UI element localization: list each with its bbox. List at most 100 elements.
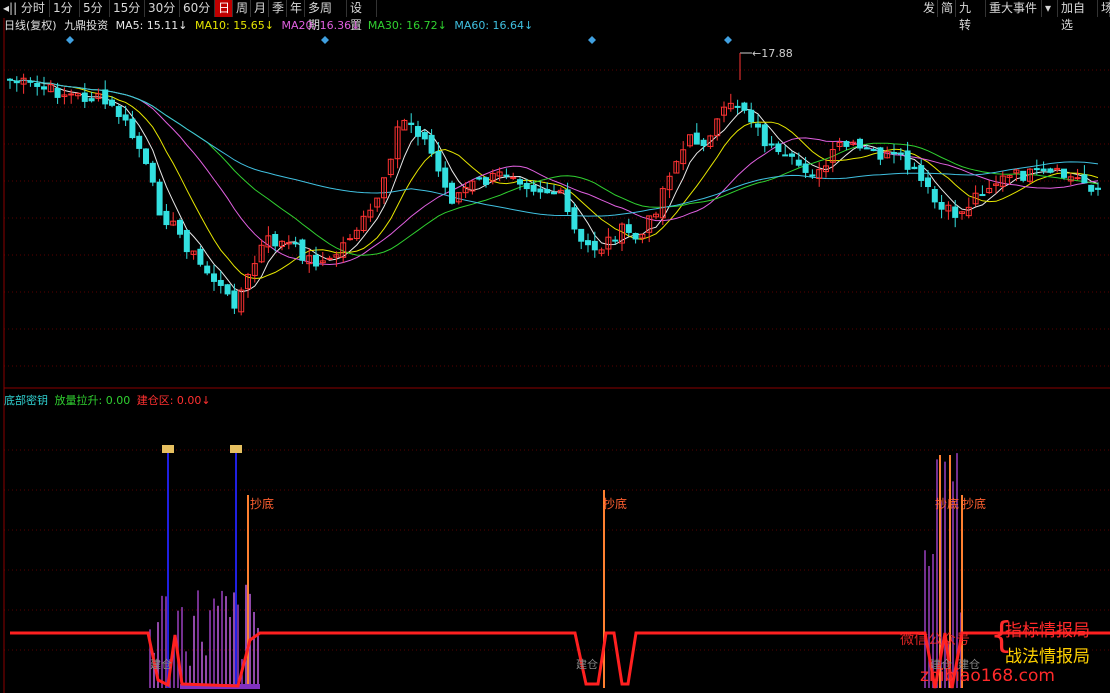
candle-body (911, 166, 918, 170)
candle-body (408, 122, 415, 126)
candle-body (122, 114, 129, 121)
candle-body (530, 184, 537, 192)
candle-body (625, 224, 632, 233)
candle-body (925, 177, 931, 188)
candle-body (1061, 168, 1067, 178)
candle-body (857, 138, 863, 149)
indicator-volume-label: 放量拉升: 0.00 (54, 394, 131, 407)
candle-body (741, 102, 748, 111)
candle-body (891, 152, 897, 155)
indicator-name: 底部密钥 (4, 394, 48, 407)
kline-chart[interactable]: ←17.88 抄底 抄底 抄底 抄底 建仓 建仓 建仓 建仓 (0, 0, 1110, 693)
candle-body (292, 242, 299, 245)
candle-body (109, 99, 115, 106)
candle-body (931, 189, 938, 203)
candle-body (442, 167, 449, 188)
candle-body (88, 98, 95, 102)
candle-body (136, 135, 143, 149)
candle-body (476, 177, 483, 180)
candle-body (952, 206, 959, 218)
candle-body (789, 153, 795, 157)
candle-body (231, 290, 238, 309)
candle-body (510, 176, 517, 179)
candle-body (809, 174, 816, 177)
candle-body (564, 189, 571, 213)
candle-body (27, 80, 34, 83)
candle-body (700, 139, 707, 147)
candle-body (217, 279, 224, 286)
candle-body (1081, 174, 1088, 184)
signal-label: 抄底 (935, 496, 959, 511)
candle-body (585, 240, 591, 246)
indicator-build-label: 建仓区: 0.00↓ (136, 394, 211, 407)
bottom-label: 建仓 (576, 657, 598, 671)
candle-body (571, 207, 578, 230)
candle-body (156, 181, 163, 216)
candle-body (768, 143, 775, 146)
candle-body (13, 80, 20, 84)
candle-body (775, 143, 782, 153)
candle-body (163, 210, 170, 226)
candle-body (870, 148, 877, 152)
candle-body (204, 265, 211, 274)
candle-body (503, 174, 510, 177)
candle-body (897, 152, 904, 155)
watermark-site: zhibiao168.com (920, 666, 1055, 686)
candle-body (54, 87, 61, 98)
candle-body (1020, 170, 1027, 181)
candle-body (578, 228, 585, 242)
signal-label: 抄底 (250, 496, 274, 511)
candle-body (843, 141, 850, 147)
candle-body (1040, 168, 1047, 172)
candle-body (802, 163, 809, 173)
candle-body (415, 126, 421, 137)
candle-body (299, 239, 306, 261)
candle-body (483, 177, 489, 185)
signal-flag-icon (230, 445, 242, 453)
candle-body (551, 191, 557, 195)
candle-body (326, 257, 333, 260)
candle-body (734, 105, 741, 108)
candle-body (863, 147, 870, 150)
candle-body (591, 240, 598, 251)
candle-body (449, 182, 455, 204)
candle-body (34, 82, 41, 87)
signal-diamond (321, 36, 329, 44)
indicator-legend: 底部密钥 放量拉升: 0.00 建仓区: 0.00↓ (4, 393, 214, 409)
candle-body (347, 238, 353, 241)
candle-body (1095, 187, 1101, 190)
candle-body (938, 201, 945, 210)
candle-body (1047, 168, 1054, 173)
candle-body (544, 189, 551, 194)
candle-body (421, 132, 428, 140)
candle-body (41, 86, 47, 90)
watermark-wechat: 微信公众号 (900, 632, 970, 648)
candle-body (102, 89, 109, 105)
candle-body (7, 78, 13, 81)
candle-body (197, 248, 204, 265)
high-price-marker: ←17.88 (752, 47, 793, 60)
signal-label: 抄底 (603, 496, 627, 511)
candle-body (523, 183, 530, 190)
candle-body (272, 233, 279, 247)
candle-body (143, 148, 149, 164)
candle-body (1033, 168, 1040, 171)
signal-label: 抄底 (962, 496, 986, 511)
candle-body (782, 154, 789, 157)
watermark-line2: 战法情报局 (1005, 647, 1090, 667)
signal-diamond (724, 36, 732, 44)
candle-body (904, 150, 911, 170)
candle-body (129, 118, 136, 139)
candle-body (81, 92, 88, 102)
ma-line (9, 79, 1099, 266)
candle-body (918, 165, 925, 181)
watermark-line1: 指标情报局 (1005, 621, 1090, 641)
signal-flag-icon (162, 445, 174, 453)
candle-body (428, 134, 435, 154)
candle-body (1074, 177, 1081, 180)
candle-body (435, 151, 442, 172)
signal-diamond (66, 36, 74, 44)
candle-body (211, 273, 217, 282)
candle-body (224, 284, 231, 295)
bottom-label: 建仓 (150, 657, 172, 671)
